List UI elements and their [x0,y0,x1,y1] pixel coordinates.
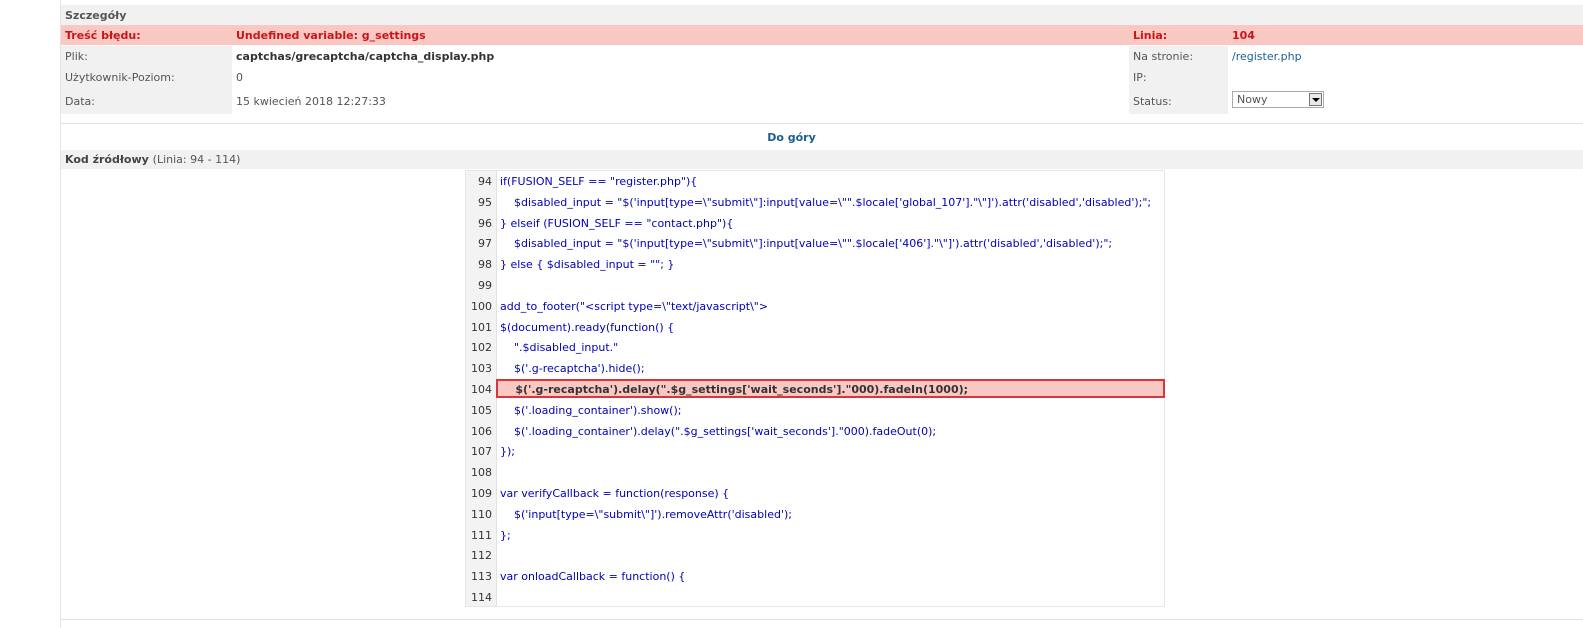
code-line-number: 94 [478,175,492,188]
page-label: Na stronie: [1133,50,1194,63]
date-label: Data: [65,95,95,108]
status-select[interactable]: Nowy [1232,91,1324,108]
file-path: captchas/grecaptcha/captcha_display.php [236,50,495,63]
code-line: $('.g-recaptcha').delay(".$g_settings['w… [500,383,969,396]
status-label: Status: [1133,95,1172,108]
line-number: 104 [1232,29,1255,42]
code-line: $('.g-recaptcha').hide(); [500,362,645,376]
code-line: var verifyCallback = function(response) … [500,487,730,500]
code-line: $('input[type=\"submit\"]').removeAttr('… [500,507,792,521]
code-line-number: 108 [471,466,492,480]
error-label: Treść błędu: [65,29,141,42]
source-code-block: 94 if(FUSION_SELF == "register.php"){ 95 $… [465,170,1165,607]
user-level-label: Użytkownik-Poziom: [65,71,175,84]
code-line-number: 97 [478,237,492,251]
bottom-divider [61,619,1583,620]
code-line: $disabled_input = "$('input[type=\"submi… [500,195,1152,209]
code-line-number: 105 [471,403,492,417]
ip-label: IP: [1133,71,1147,84]
code-line-number: 104 [471,383,492,396]
code-line-number: 103 [471,362,492,376]
divider [61,123,1583,124]
code-line: ".$disabled_input." [500,341,619,355]
user-level-value: 0 [236,71,243,84]
code-line: $('.loading_container').show(); [500,403,682,417]
source-title-wrap: Kod źródłowy (Linia: 94 - 114) [65,153,240,166]
code-line-number: 100 [471,299,492,313]
code-line-number: 111 [471,528,492,542]
code-line-number: 98 [478,258,492,272]
source-title: Kod źródłowy [65,153,149,166]
code-line-number: 113 [471,570,492,584]
source-header: Kod źródłowy (Linia: 94 - 114) [61,150,1583,169]
date-value: 15 kwiecień 2018 12:27:33 [236,95,386,108]
line-label: Linia: [1133,29,1168,42]
code-line-number: 95 [478,195,492,209]
code-line: add_to_footer("<script type=\"text/javas… [500,299,769,313]
code-line: }); [500,445,515,459]
back-to-top-link[interactable]: Do góry [0,131,1583,144]
code-line: $(document).ready(function() { [500,320,675,334]
code-line: }; [500,528,511,542]
code-line-number: 107 [471,445,492,459]
code-line-number: 112 [471,549,492,563]
code-line: } elseif (FUSION_SELF == "contact.php"){ [500,216,734,230]
file-label: Plik: [65,50,88,63]
chevron-down-icon[interactable] [1309,93,1322,106]
code-line-number: 106 [471,424,492,438]
code-line: $disabled_input = "$('input[type=\"submi… [500,237,1113,251]
error-row: Treść błędu: Undefined variable: g_setti… [61,25,1583,45]
code-line: var onloadCallback = function() { [500,570,686,584]
code-line-number: 110 [471,507,492,521]
code-line-number: 96 [478,216,492,230]
details-header: Szczegóły [61,5,1583,25]
details-title: Szczegóły [65,9,127,22]
error-message: Undefined variable: g_settings [236,29,426,42]
status-select-value: Nowy [1237,93,1268,106]
code-line-number: 102 [471,341,492,355]
page-link[interactable]: /register.php [1232,50,1302,63]
code-line-number: 101 [471,320,492,334]
code-line: $('.loading_container').delay(".$g_setti… [500,424,937,438]
code-line-number: 114 [471,591,492,604]
source-range: (Linia: 94 - 114) [152,153,241,166]
code-line: if(FUSION_SELF == "register.php"){ [500,175,698,188]
code-line: } else { $disabled_input = ""; } [500,258,675,272]
code-line-number: 99 [478,279,492,292]
code-line-number: 109 [471,487,492,500]
